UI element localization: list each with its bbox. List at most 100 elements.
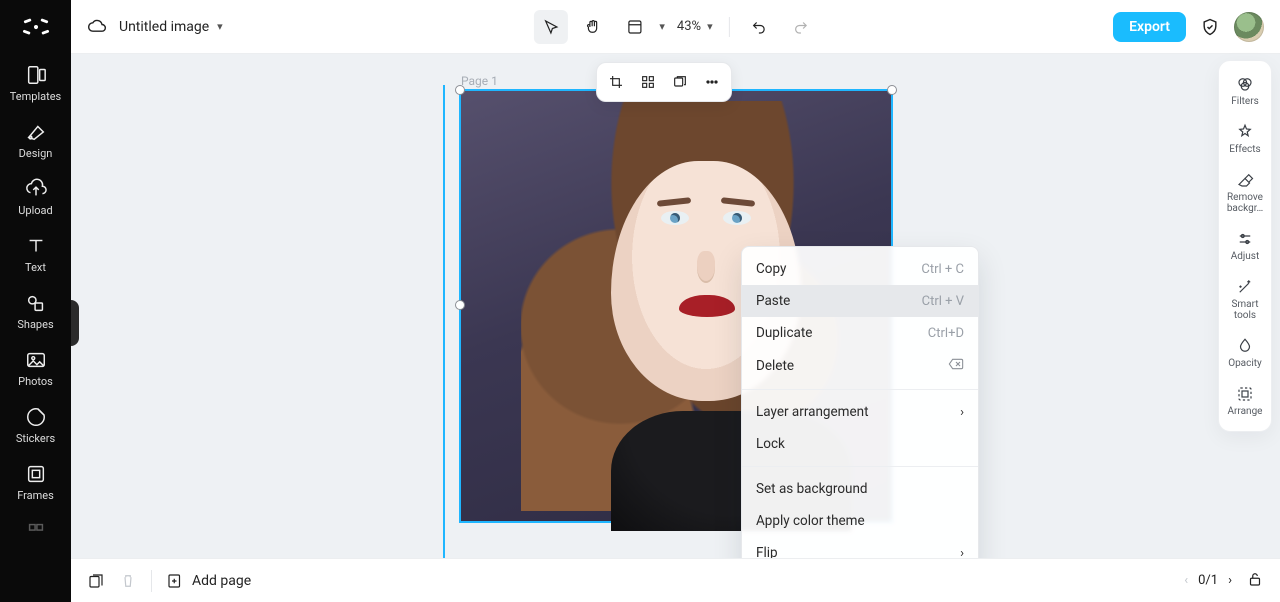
- select-tool[interactable]: [533, 10, 567, 44]
- nav-stickers[interactable]: Stickers: [0, 396, 71, 453]
- ctx-copy[interactable]: Copy Ctrl + C: [742, 253, 978, 285]
- ctx-label: Apply color theme: [756, 513, 865, 529]
- ctx-apply-color-theme[interactable]: Apply color theme: [742, 505, 978, 537]
- topbar-tools: ▾ 43% ▾: [533, 10, 817, 44]
- page-counter: 0/1: [1198, 573, 1218, 588]
- ctx-label: Duplicate: [756, 325, 812, 341]
- rb-smart-tools[interactable]: Smart tools: [1221, 272, 1269, 327]
- opacity-icon: [1236, 337, 1254, 355]
- nav-text[interactable]: Text: [0, 225, 71, 282]
- ctx-label: Delete: [756, 358, 794, 374]
- guide-line: [443, 85, 445, 558]
- document-title-text: Untitled image: [119, 19, 209, 35]
- crop-button[interactable]: [601, 67, 631, 97]
- ctx-shortcut: Ctrl + V: [922, 294, 964, 309]
- ctx-layer-arrangement[interactable]: Layer arrangement ›: [742, 396, 978, 428]
- rb-label: Effects: [1229, 144, 1260, 155]
- export-button[interactable]: Export: [1113, 12, 1186, 42]
- nav-more[interactable]: [0, 510, 71, 554]
- zoom-level[interactable]: 43% ▾: [673, 19, 717, 34]
- undo-button[interactable]: [742, 10, 776, 44]
- canvas-area[interactable]: Page 1: [71, 54, 1280, 558]
- document-title[interactable]: Untitled image ▾: [119, 19, 223, 35]
- zoom-value: 43%: [677, 19, 701, 34]
- lock-icon[interactable]: [1246, 570, 1264, 592]
- text-icon: [25, 235, 47, 257]
- pages-panel-button[interactable]: [87, 572, 105, 590]
- nav-design[interactable]: Design: [0, 111, 71, 168]
- nav-frames[interactable]: Frames: [0, 453, 71, 510]
- ctx-label: Lock: [756, 436, 785, 452]
- add-page-button[interactable]: Add page: [166, 572, 251, 590]
- separator: [729, 17, 730, 37]
- sidebar-expand-handle[interactable]: [71, 300, 79, 346]
- nav-label: Design: [19, 147, 53, 160]
- ctx-shortcut: Ctrl+D: [928, 326, 964, 341]
- ctx-lock[interactable]: Lock: [742, 428, 978, 460]
- ctx-set-background[interactable]: Set as background: [742, 473, 978, 505]
- nav-templates[interactable]: Templates: [0, 54, 71, 111]
- nav-label: Text: [25, 261, 46, 274]
- ctx-label: Paste: [756, 293, 790, 309]
- rb-effects[interactable]: Effects: [1221, 117, 1269, 161]
- prev-page-button[interactable]: ‹: [1184, 573, 1188, 588]
- more-icon: [25, 520, 47, 542]
- ctx-flip[interactable]: Flip ›: [742, 537, 978, 558]
- design-icon: [25, 121, 47, 143]
- effects-icon: [1236, 123, 1254, 141]
- nav-upload[interactable]: Upload: [0, 168, 71, 225]
- nav-label: Photos: [18, 375, 53, 388]
- magic-icon: [1236, 278, 1254, 296]
- context-menu: Copy Ctrl + C Paste Ctrl + V Duplicate C…: [741, 246, 979, 558]
- shapes-icon: [25, 292, 47, 314]
- redo-button[interactable]: [784, 10, 818, 44]
- next-page-button[interactable]: ›: [1228, 573, 1232, 588]
- nav-label: Upload: [18, 204, 52, 217]
- rb-arrange[interactable]: Arrange: [1221, 379, 1269, 423]
- selection-handle[interactable]: [887, 85, 897, 95]
- selection-handle[interactable]: [455, 300, 465, 310]
- ctx-separator: [742, 466, 978, 467]
- nav-photos[interactable]: Photos: [0, 339, 71, 396]
- smart-crop-button[interactable]: [633, 67, 663, 97]
- rb-filters[interactable]: Filters: [1221, 69, 1269, 113]
- chevron-down-icon: ▾: [707, 20, 713, 33]
- selection-handle[interactable]: [455, 85, 465, 95]
- chevron-down-icon[interactable]: ▾: [659, 20, 665, 33]
- rb-opacity[interactable]: Opacity: [1221, 331, 1269, 375]
- more-options-button[interactable]: [697, 67, 727, 97]
- nav-shapes[interactable]: Shapes: [0, 282, 71, 339]
- stickers-icon: [25, 406, 47, 428]
- delete-page-button[interactable]: [119, 572, 137, 590]
- hand-tool[interactable]: [575, 10, 609, 44]
- nav-label: Stickers: [16, 432, 55, 445]
- layout-tool[interactable]: [617, 10, 651, 44]
- templates-icon: [25, 64, 47, 86]
- upload-icon: [25, 178, 47, 200]
- page-label: Page 1: [461, 74, 498, 88]
- rb-label: Opacity: [1228, 358, 1262, 369]
- cloud-sync-icon[interactable]: [87, 17, 107, 37]
- ctx-duplicate[interactable]: Duplicate Ctrl+D: [742, 317, 978, 349]
- rb-label: Remove backgr…: [1221, 192, 1269, 214]
- rb-remove-bg[interactable]: Remove backgr…: [1221, 165, 1269, 220]
- ctx-label: Layer arrangement: [756, 404, 869, 420]
- user-avatar[interactable]: [1234, 12, 1264, 42]
- rb-label: Smart tools: [1221, 299, 1269, 321]
- ctx-delete[interactable]: Delete: [742, 349, 978, 383]
- nav-label: Templates: [10, 90, 61, 103]
- rb-label: Adjust: [1231, 251, 1260, 262]
- rb-adjust[interactable]: Adjust: [1221, 224, 1269, 268]
- adjust-icon: [1236, 230, 1254, 248]
- add-page-label: Add page: [192, 573, 251, 589]
- replace-image-button[interactable]: [665, 67, 695, 97]
- ctx-label: Flip: [756, 545, 778, 558]
- app-logo[interactable]: [0, 0, 71, 54]
- right-properties-bar: Filters Effects Remove backgr… Adjust Sm…: [1218, 60, 1272, 432]
- chevron-right-icon: ›: [960, 546, 964, 559]
- shield-icon[interactable]: [1200, 17, 1220, 37]
- frames-icon: [25, 463, 47, 485]
- ctx-paste[interactable]: Paste Ctrl + V: [742, 285, 978, 317]
- ctx-separator: [742, 389, 978, 390]
- rb-label: Filters: [1231, 96, 1259, 107]
